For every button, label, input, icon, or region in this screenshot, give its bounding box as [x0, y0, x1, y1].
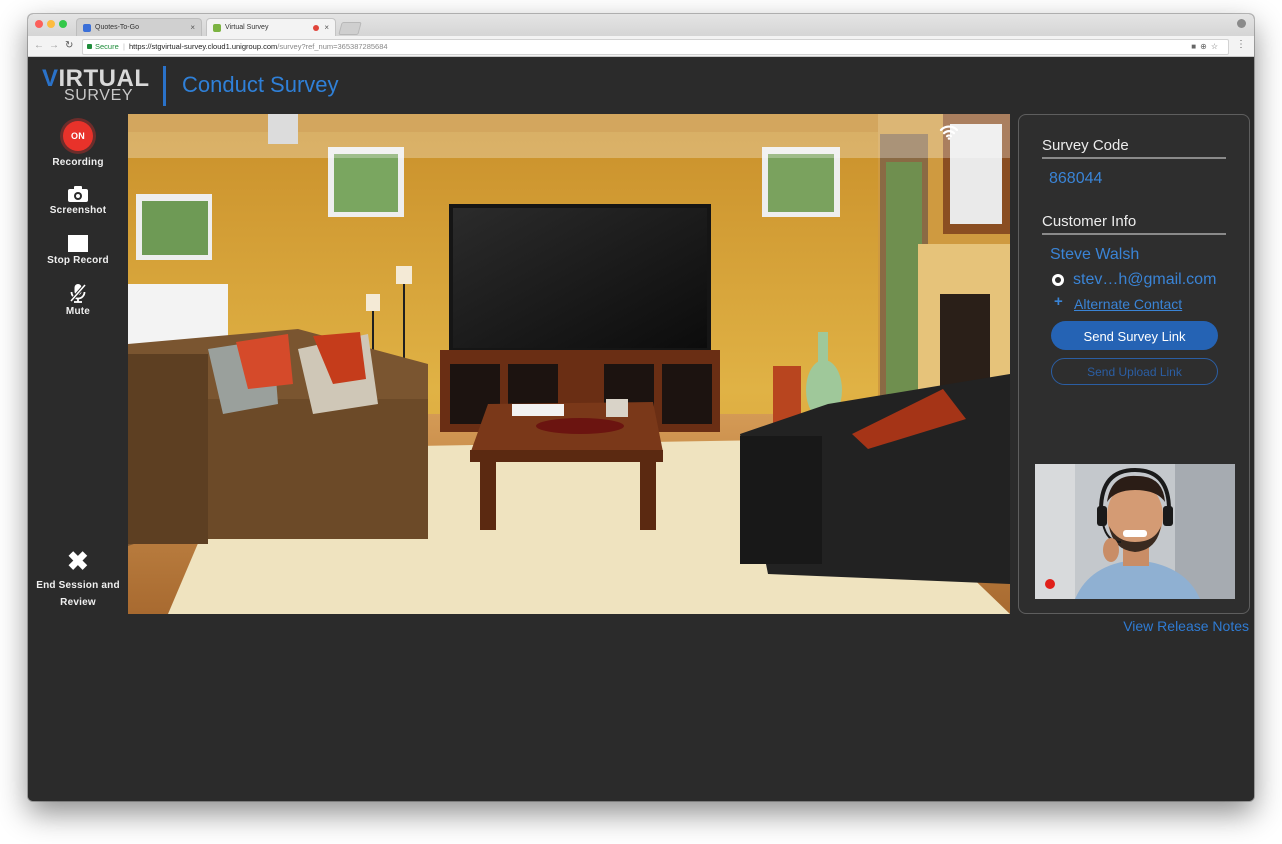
tab-strip: Quotes-To-Go × Virtual Survey ×: [28, 14, 1254, 36]
close-tab-icon[interactable]: ×: [190, 19, 195, 37]
browser-menu-icon[interactable]: ⋮: [1236, 39, 1246, 50]
end-session-label: End Session and Review: [36, 580, 120, 608]
url-main: https://stgvirtual-survey.cloud1.unigrou…: [129, 42, 278, 51]
email-radio[interactable]: [1052, 274, 1064, 286]
mute-label: Mute: [65, 306, 91, 317]
customer-name: Steve Walsh: [1050, 246, 1140, 263]
omnibox-icons[interactable]: ■⊕☆: [1191, 40, 1222, 54]
address-bar: ← → ↻ Secure | https://stgvirtual-survey…: [28, 36, 1254, 57]
back-icon[interactable]: ←: [34, 39, 44, 53]
alternate-contact-link[interactable]: Alternate Contact: [1074, 296, 1182, 312]
tab-virtual-survey[interactable]: Virtual Survey ×: [206, 18, 336, 36]
tab-title: Virtual Survey: [225, 24, 269, 31]
wifi-signal-icon: [939, 124, 959, 145]
close-icon: ✖: [67, 546, 89, 576]
mute-button[interactable]: Mute: [28, 282, 128, 317]
app-area: VIRTUAL SURVEY Conduct Survey ON Recordi…: [28, 57, 1254, 801]
recording-label: Recording: [52, 157, 104, 168]
tab-recording-icon: [313, 25, 319, 31]
url-path: /survey?ref_num=365387285684: [277, 42, 388, 51]
forward-icon[interactable]: →: [49, 39, 59, 53]
screenshot-button[interactable]: Screenshot: [28, 185, 128, 216]
profile-icon[interactable]: [1237, 19, 1246, 28]
zoom-window-icon[interactable]: [59, 20, 67, 28]
close-window-icon[interactable]: [35, 20, 43, 28]
virtual-survey-favicon-icon: [213, 24, 221, 32]
tab-quotes-to-go[interactable]: Quotes-To-Go ×: [76, 18, 202, 36]
logo-accent: V: [42, 65, 59, 92]
camera-icon: [67, 185, 89, 203]
recording-toggle[interactable]: ON Recording: [28, 121, 128, 168]
survey-code-value: 868044: [1049, 170, 1103, 187]
mic-off-icon: [67, 282, 89, 304]
survey-info-panel: Survey Code 868044 Customer Info Steve W…: [1018, 114, 1250, 614]
url-field[interactable]: Secure | https://stgvirtual-survey.cloud…: [82, 39, 1229, 55]
stop-record-button[interactable]: Stop Record: [28, 235, 128, 266]
survey-video-feed[interactable]: [128, 114, 1010, 614]
secure-label: Secure: [95, 42, 119, 51]
survey-code-heading: Survey Code: [1042, 137, 1226, 159]
customer-email: stev…h@gmail.com: [1073, 271, 1217, 288]
browser-window: Quotes-To-Go × Virtual Survey × ← → ↻ Se…: [28, 14, 1254, 801]
url-text: https://stgvirtual-survey.cloud1.unigrou…: [129, 40, 388, 54]
send-upload-link-button[interactable]: Send Upload Link: [1051, 358, 1218, 385]
view-release-notes-link[interactable]: View Release Notes: [1123, 618, 1249, 634]
page-title: Conduct Survey: [182, 72, 339, 97]
plus-icon[interactable]: +: [1054, 293, 1063, 310]
customer-info-heading: Customer Info: [1042, 213, 1226, 235]
recording-indicator-icon: [1045, 579, 1055, 589]
new-tab-button[interactable]: [338, 22, 362, 35]
virtual-survey-logo: VIRTUAL SURVEY: [42, 65, 149, 104]
video-status-overlay: [128, 114, 1010, 158]
quotes-favicon-icon: [83, 24, 91, 32]
living-room-video-frame: [128, 114, 1010, 614]
minimize-window-icon[interactable]: [47, 20, 55, 28]
agent-camera-preview: [1035, 464, 1235, 599]
screenshot-label: Screenshot: [49, 205, 107, 216]
logo-line2: SURVEY: [64, 87, 134, 104]
end-session-button[interactable]: ✖ End Session and Review: [28, 546, 128, 611]
url-separator: |: [123, 42, 125, 51]
send-survey-link-button[interactable]: Send Survey Link: [1051, 321, 1218, 350]
stop-record-label: Stop Record: [47, 255, 109, 266]
stop-icon: [68, 235, 88, 252]
reload-icon[interactable]: ↻: [65, 39, 73, 53]
agent-video-frame: [1035, 464, 1235, 599]
lock-icon: [87, 44, 92, 49]
close-tab-icon[interactable]: ×: [324, 19, 329, 37]
tab-title: Quotes-To-Go: [95, 24, 139, 31]
recording-on-badge: ON: [63, 121, 93, 151]
header-divider: [163, 66, 166, 106]
